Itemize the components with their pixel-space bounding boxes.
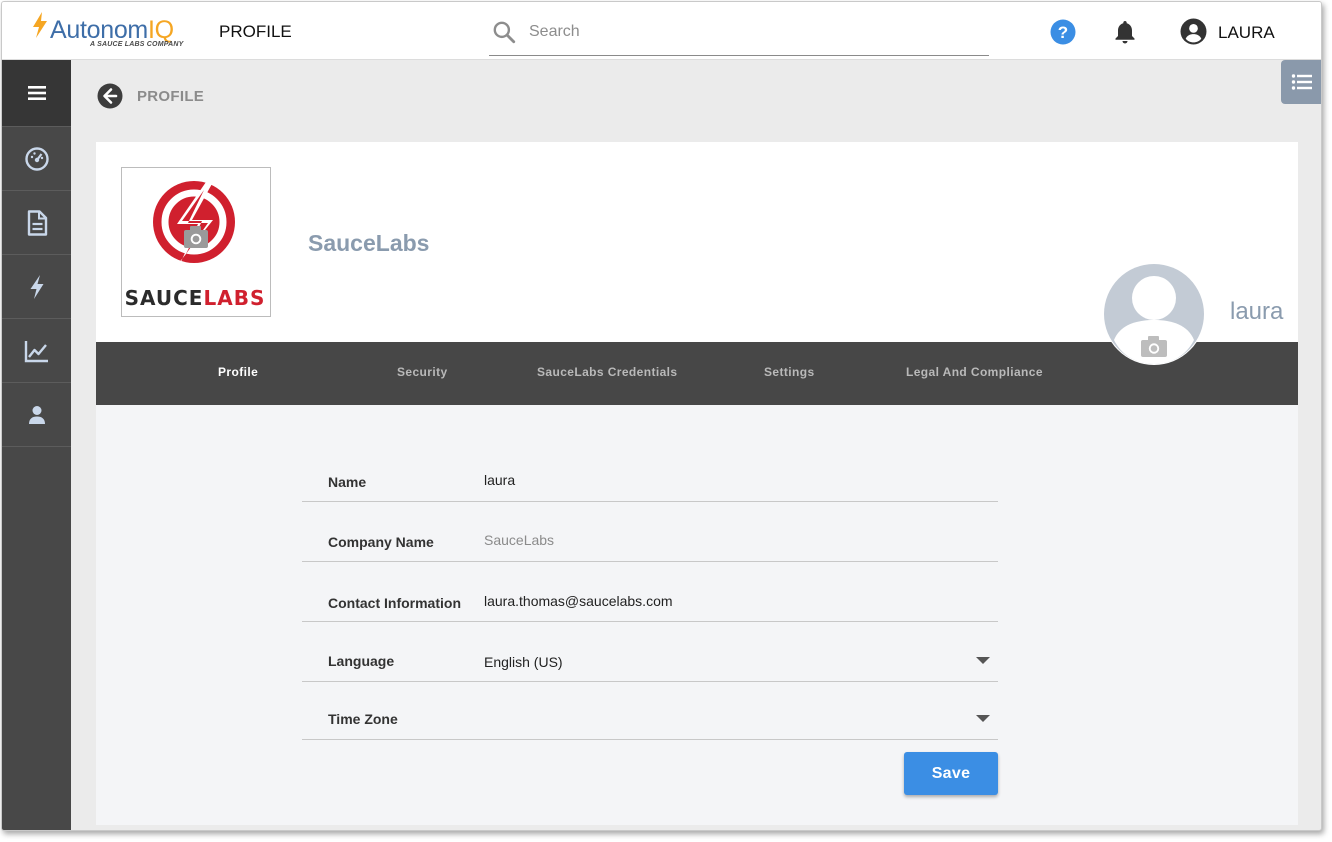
name-row: Name laura: [302, 444, 998, 502]
tab-profile[interactable]: Profile: [218, 365, 258, 379]
app-window: AutonomIQ A SAUCE LABS COMPANY PROFILE ?…: [1, 1, 1322, 831]
chevron-down-icon[interactable]: [976, 715, 990, 722]
name-field[interactable]: laura: [484, 472, 515, 488]
time-zone-label: Time Zone: [328, 711, 398, 727]
name-label: Name: [328, 474, 367, 490]
chart-line-icon: [24, 340, 48, 362]
chevron-down-icon[interactable]: [976, 657, 990, 664]
svg-text:SAUCELABS: SAUCELABS: [125, 286, 266, 310]
time-zone-row[interactable]: Time Zone: [302, 682, 998, 740]
sidebar-item-executions[interactable]: [2, 255, 71, 319]
tab-legal-and-compliance[interactable]: Legal And Compliance: [906, 365, 1043, 379]
search-bar: [489, 15, 989, 56]
save-button[interactable]: Save: [904, 752, 998, 795]
autonomiq-logo[interactable]: AutonomIQ A SAUCE LABS COMPANY: [32, 12, 197, 52]
search-icon[interactable]: [491, 19, 517, 45]
tab-settings[interactable]: Settings: [764, 365, 815, 379]
sidebar-item-documents[interactable]: [2, 191, 71, 255]
breadcrumb: PROFILE: [137, 88, 205, 105]
logo-text: Autonom: [50, 16, 148, 44]
help-icon[interactable]: ?: [1050, 19, 1076, 45]
sidebar-menu-toggle[interactable]: [2, 60, 71, 127]
search-input[interactable]: [529, 19, 979, 45]
tab-security[interactable]: Security: [397, 365, 448, 379]
company-name: SauceLabs: [308, 230, 430, 256]
lightning-icon: [30, 274, 43, 299]
user-display-name: laura: [1230, 298, 1284, 325]
profile-card: SAUCELABS SauceLabs Profile Security Sau…: [96, 142, 1298, 825]
company-name-label: Company Name: [328, 534, 434, 550]
company-name-field: SauceLabs: [484, 532, 555, 548]
list-icon: [1291, 74, 1312, 90]
language-label: Language: [328, 653, 395, 669]
sidebar-item-dashboard[interactable]: [2, 127, 71, 191]
list-toggle-button[interactable]: [1281, 60, 1321, 104]
language-select[interactable]: English (US): [484, 654, 563, 670]
document-icon: [27, 209, 47, 236]
dashboard-icon: [24, 146, 49, 171]
user-name[interactable]: LAURA: [1218, 23, 1275, 43]
notification-bell-icon[interactable]: [1113, 19, 1137, 45]
sidebar-item-reports[interactable]: [2, 319, 71, 383]
user-avatar[interactable]: [1102, 260, 1206, 368]
contact-information-label: Contact Information: [328, 595, 461, 611]
company-name-row: Company Name SauceLabs: [302, 504, 998, 562]
logo-subtitle: A SAUCE LABS COMPANY: [90, 41, 184, 48]
person-icon: [28, 405, 45, 424]
user-avatar-icon[interactable]: [1180, 18, 1207, 45]
contact-information-row: Contact Information laura.thomas@saucela…: [302, 564, 998, 622]
svg-text:?: ?: [1058, 23, 1068, 42]
logo-bolt-icon: [32, 12, 50, 45]
menu-icon: [27, 86, 46, 100]
contact-information-field[interactable]: laura.thomas@saucelabs.com: [484, 593, 673, 609]
back-arrow-icon[interactable]: [97, 83, 123, 109]
page-title: PROFILE: [219, 22, 292, 41]
top-bar: AutonomIQ A SAUCE LABS COMPANY PROFILE ?…: [2, 2, 1321, 60]
logo-text-accent: IQ: [147, 16, 174, 44]
sidebar-item-profile[interactable]: [2, 383, 71, 447]
language-row[interactable]: Language English (US): [302, 624, 998, 682]
company-logo[interactable]: SAUCELABS: [121, 167, 271, 317]
sidebar: [2, 60, 71, 830]
tab-saucelabs-credentials[interactable]: SauceLabs Credentials: [537, 365, 677, 379]
